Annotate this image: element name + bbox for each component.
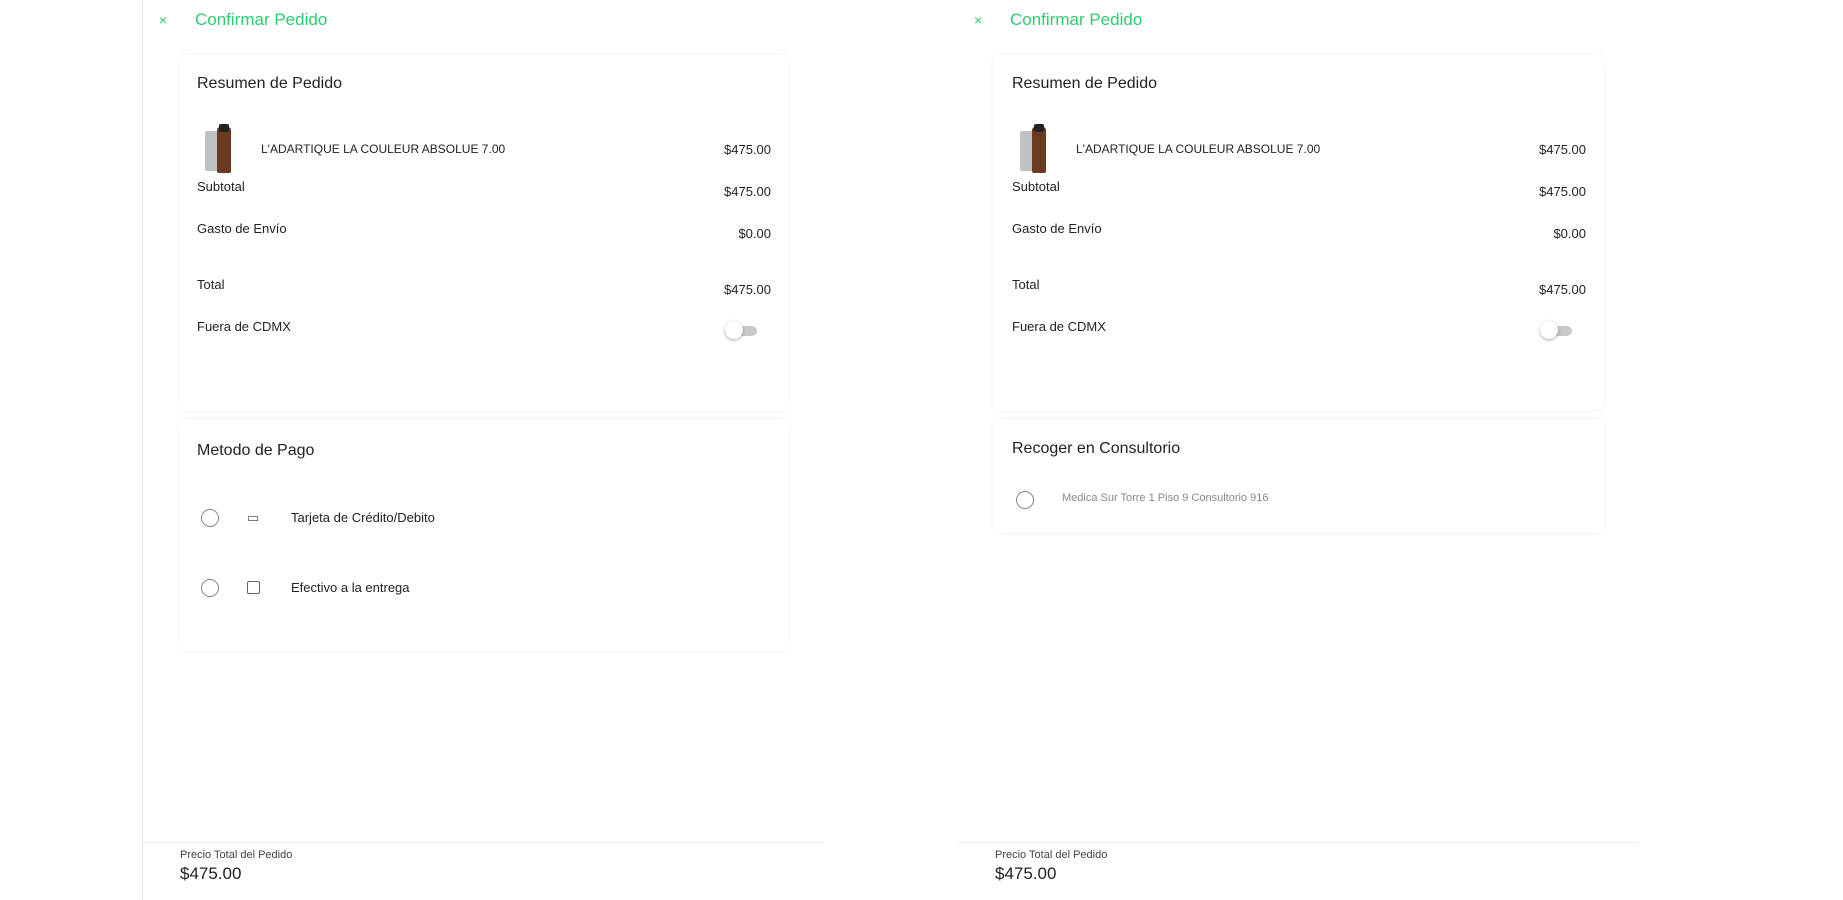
product-price: $475.00 [1539,142,1586,157]
total-value: $475.00 [724,282,771,297]
radio-button[interactable] [201,579,219,597]
payment-option-card[interactable]: ▭ Tarjeta de Crédito/Debito [197,506,771,532]
subtotal-value: $475.00 [724,184,771,199]
close-icon[interactable]: × [159,12,171,28]
payment-method-card: Metodo de Pago ▭ Tarjeta de Crédito/Debi… [179,420,789,650]
payment-option-cash[interactable]: Efectivo a la entrega [197,576,771,602]
page-title: Confirmar Pedido [195,10,328,29]
page-title: Confirmar Pedido [1010,10,1143,29]
total-value: $475.00 [1539,282,1586,297]
order-total-value: $475.00 [180,864,242,883]
order-total-footer: Precio Total del Pedido $475.00 [958,842,1638,900]
product-name: L'ADARTIQUE LA COULEUR ABSOLUE 7.00 [1076,142,1321,156]
subtotal-value: $475.00 [1539,184,1586,199]
pickup-title: Recoger en Consultorio [1012,440,1181,457]
order-summary-card: Resumen de Pedido L'ADARTIQUE LA COULEUR… [994,55,1604,410]
checkout-screen-pickup: × Confirmar Pedido Resumen de Pedido L'A… [958,0,1648,900]
outside-cdmx-toggle[interactable] [725,321,759,339]
order-summary-card: Resumen de Pedido L'ADARTIQUE LA COULEUR… [179,55,789,410]
credit-card-icon: ▭ [247,510,260,525]
subtotal-label: Subtotal [1012,179,1060,194]
order-total-footer: Precio Total del Pedido $475.00 [143,842,823,900]
outside-cdmx-toggle[interactable] [1540,321,1574,339]
order-total-label: Precio Total del Pedido [180,849,293,861]
total-label: Total [1012,277,1040,292]
product-name: L'ADARTIQUE LA COULEUR ABSOLUE 7.00 [261,142,506,156]
payment-method-title: Metodo de Pago [197,442,315,459]
shipping-value: $0.00 [738,226,771,241]
header: × Confirmar Pedido [159,10,327,30]
product-row: L'ADARTIQUE LA COULEUR ABSOLUE 7.00 $475… [1012,124,1586,175]
radio-button[interactable] [201,509,219,527]
subtotal-label: Subtotal [197,179,245,194]
pickup-card: Recoger en Consultorio Medica Sur Torre … [994,420,1604,532]
shipping-label: Gasto de Envío [197,221,287,236]
product-price: $475.00 [724,142,771,157]
shipping-label: Gasto de Envío [1012,221,1102,236]
product-row: L'ADARTIQUE LA COULEUR ABSOLUE 7.00 $475… [197,124,771,175]
product-image [205,124,233,173]
order-summary-title: Resumen de Pedido [1012,75,1157,92]
order-total-value: $475.00 [995,864,1057,883]
pickup-option-label: Medica Sur Torre 1 Piso 9 Consultorio 91… [1062,492,1269,504]
product-image [1020,124,1048,173]
outside-cdmx-label: Fuera de CDMX [1012,319,1106,334]
close-icon[interactable]: × [974,12,986,28]
payment-option-label: Tarjeta de Crédito/Debito [291,510,435,525]
order-total-label: Precio Total del Pedido [995,849,1108,861]
payment-option-label: Efectivo a la entrega [291,580,410,595]
pickup-option[interactable]: Medica Sur Torre 1 Piso 9 Consultorio 91… [1012,488,1586,514]
radio-button[interactable] [1016,491,1034,509]
shipping-value: $0.00 [1553,226,1586,241]
outside-cdmx-label: Fuera de CDMX [197,319,291,334]
cash-icon [247,581,260,594]
checkout-screen-payment: × Confirmar Pedido Resumen de Pedido L'A… [142,0,832,900]
header: × Confirmar Pedido [974,10,1142,30]
total-label: Total [197,277,225,292]
order-summary-title: Resumen de Pedido [197,75,342,92]
